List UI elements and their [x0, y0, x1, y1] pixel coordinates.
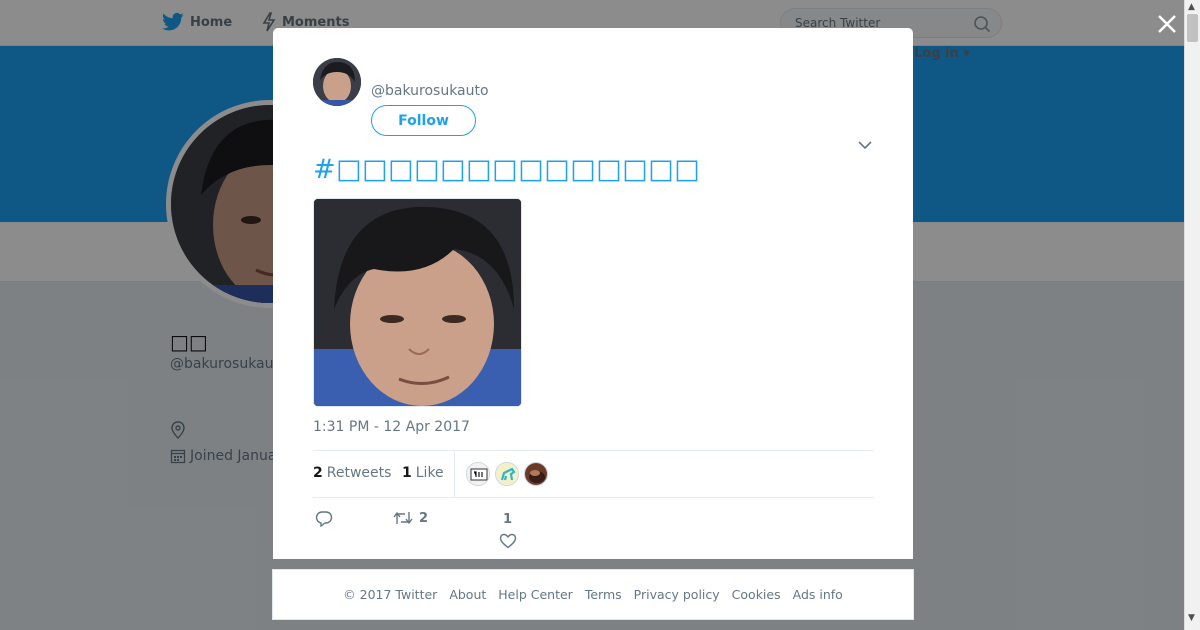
footer-copyright: © 2017 Twitter [343, 587, 438, 602]
liker-avatar-3-image [525, 463, 547, 485]
footer-link-privacy[interactable]: Privacy policy [634, 587, 720, 602]
retweet-button[interactable]: 2 [393, 510, 428, 526]
footer-link-help-center[interactable]: Help Center [498, 587, 573, 602]
liker-avatar-2[interactable] [495, 462, 519, 486]
tweet-modal: @bakurosukauto Follow #□□□□□□□□□□□□□□ 1:… [273, 28, 913, 559]
tweet-hashtag-text[interactable]: #□□□□□□□□□□□□□□ [313, 154, 700, 185]
reply-button[interactable] [315, 510, 333, 527]
scroll-down-arrow[interactable]: ▼ [1188, 613, 1195, 623]
footer-link-ads-info[interactable]: Ads info [793, 587, 843, 602]
retweet-count: 2 [419, 510, 429, 526]
follow-button[interactable]: Follow [371, 105, 476, 136]
close-icon[interactable] [1156, 13, 1178, 35]
reply-icon [315, 511, 333, 527]
author-photo [313, 58, 361, 106]
scrollbar-thumb[interactable] [1187, 14, 1198, 42]
tweet-author-avatar[interactable] [313, 58, 361, 106]
retweet-icon [393, 511, 413, 525]
tweet-photo-image [314, 199, 521, 406]
stats-divider [454, 451, 455, 498]
footer-link-about[interactable]: About [449, 587, 486, 602]
footer-link-terms[interactable]: Terms [585, 587, 622, 602]
liker-avatar-2-image [496, 463, 518, 485]
scroll-up-arrow[interactable]: ▲ [1188, 2, 1195, 12]
retweets-stat[interactable]: 2 Retweets [313, 465, 391, 481]
modal-footer: © 2017 Twitter About Help Center Terms P… [272, 569, 914, 620]
page-scrollbar[interactable]: ▲ ▼ [1184, 0, 1200, 630]
likes-count: 1 [402, 465, 412, 481]
liker-avatar-1-image [467, 463, 489, 485]
likes-stat[interactable]: 1 Like [402, 465, 444, 481]
tweet-author-handle[interactable]: @bakurosukauto [371, 83, 489, 99]
tweet-stats: 2 Retweets 1 Like [313, 450, 874, 498]
footer-link-cookies[interactable]: Cookies [732, 587, 781, 602]
like-count: 1 [503, 512, 513, 527]
retweets-label: Retweets [326, 465, 392, 481]
tweet-timestamp[interactable]: 1:31 PM - 12 Apr 2017 [313, 419, 470, 435]
likes-label: Like [415, 465, 444, 481]
liker-avatar-1[interactable] [466, 462, 490, 486]
liker-avatar-3[interactable] [524, 462, 548, 486]
tweet-photo[interactable] [313, 198, 522, 407]
heart-icon [499, 533, 517, 549]
chevron-down-icon[interactable] [858, 140, 872, 150]
like-button[interactable] [499, 533, 517, 549]
retweets-count: 2 [313, 465, 323, 481]
tweet-actions: 2 1 [313, 506, 874, 556]
